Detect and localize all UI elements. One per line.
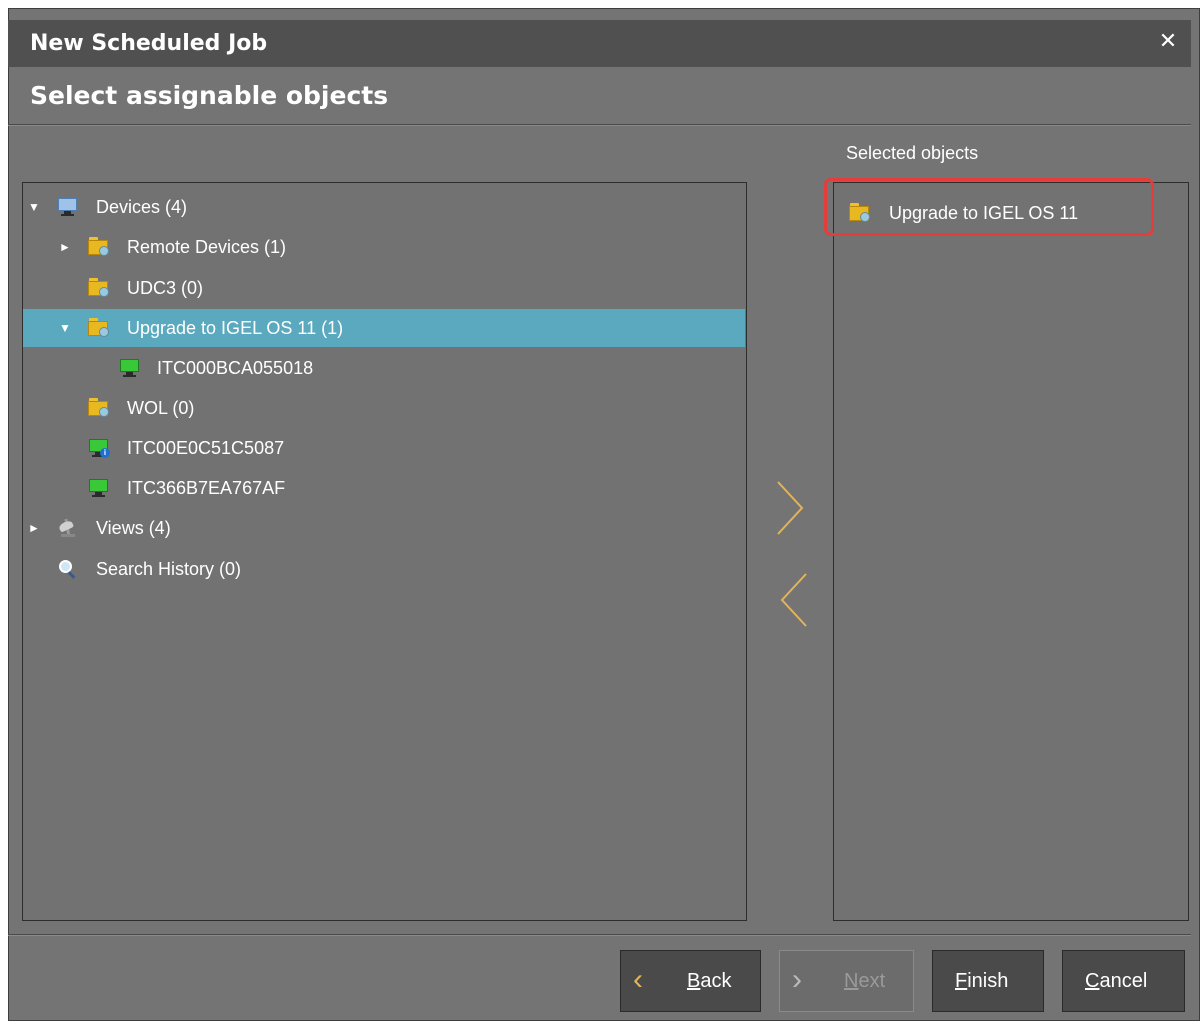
next-button[interactable]: › Next bbox=[779, 950, 914, 1012]
chevron-left-icon bbox=[780, 573, 807, 627]
chevron-right-icon: › bbox=[792, 963, 802, 996]
tree-item-label: Upgrade to IGEL OS 11 (1) bbox=[127, 318, 344, 338]
header-divider-light bbox=[8, 125, 1191, 126]
add-to-selection-button[interactable] bbox=[772, 478, 812, 538]
selected-objects-panel[interactable]: Upgrade to IGEL OS 11 bbox=[833, 182, 1189, 921]
tree-item-wol[interactable]: WOL (0) bbox=[23, 389, 745, 427]
tree-item-itc366b7ea767af[interactable]: ITC366B7EA767AF bbox=[23, 469, 745, 507]
expand-arrow-icon[interactable]: ► bbox=[58, 228, 72, 266]
monitor-info-icon: i bbox=[88, 438, 110, 458]
selected-objects-header: Selected objects bbox=[846, 143, 979, 163]
remove-from-selection-button[interactable] bbox=[772, 570, 812, 630]
finish-button[interactable]: Finish bbox=[932, 950, 1044, 1012]
tree-item-search-history[interactable]: Search History (0) bbox=[23, 550, 745, 588]
section-title: Select assignable objects bbox=[30, 81, 389, 110]
tree-item-label: ITC00E0C51C5087 bbox=[127, 438, 285, 458]
finish-button-label: Finish bbox=[955, 970, 1009, 992]
tree-item-devices[interactable]: ▼ Devices (4) bbox=[23, 188, 745, 226]
footer-divider-light bbox=[8, 935, 1191, 936]
cancel-button[interactable]: Cancel bbox=[1062, 950, 1185, 1012]
views-icon bbox=[57, 518, 79, 538]
tree-item-itc000bca055018[interactable]: ITC000BCA055018 bbox=[23, 349, 745, 387]
tree-item-upgrade-to-igel-os-11[interactable]: ▼ Upgrade to IGEL OS 11 (1) bbox=[23, 309, 745, 347]
expand-arrow-icon[interactable]: ► bbox=[27, 509, 41, 547]
tree-item-label: WOL (0) bbox=[127, 398, 195, 418]
tree-item-itc00e0c51c5087[interactable]: i ITC00E0C51C5087 bbox=[23, 429, 745, 467]
chevron-left-icon: ‹ bbox=[633, 963, 643, 996]
folder-icon bbox=[88, 278, 110, 298]
tree-item-label: Search History (0) bbox=[96, 559, 242, 579]
monitor-icon bbox=[88, 478, 110, 498]
expand-arrow-icon[interactable]: ▼ bbox=[27, 188, 41, 226]
tree-item-udc3[interactable]: UDC3 (0) bbox=[23, 269, 745, 307]
close-icon[interactable]: ✕ bbox=[1155, 28, 1181, 56]
tree-item-label: ITC366B7EA767AF bbox=[127, 478, 286, 498]
tree-panel[interactable]: ▼ Devices (4) ► Remote Devices (1) UDC3 … bbox=[22, 182, 747, 921]
tree-item-remote-devices[interactable]: ► Remote Devices (1) bbox=[23, 228, 745, 266]
collapse-arrow-icon[interactable]: ▼ bbox=[58, 309, 72, 347]
folder-icon bbox=[88, 237, 110, 257]
monitor-icon bbox=[119, 358, 141, 378]
tree-item-label: Remote Devices (1) bbox=[127, 237, 287, 257]
back-button[interactable]: ‹ Back bbox=[620, 950, 761, 1012]
window-title: New Scheduled Job bbox=[30, 31, 268, 56]
tree-item-views[interactable]: ► Views (4) bbox=[23, 509, 745, 547]
chevron-right-icon bbox=[777, 481, 804, 535]
devices-monitor-icon bbox=[57, 197, 79, 217]
tree-item-label: ITC000BCA055018 bbox=[157, 358, 314, 378]
tree-item-label: Devices (4) bbox=[96, 197, 188, 217]
folder-icon bbox=[88, 318, 110, 338]
cancel-button-label: Cancel bbox=[1085, 970, 1148, 992]
highlight-annotation bbox=[824, 178, 1154, 236]
next-button-label: Next bbox=[844, 970, 886, 992]
folder-icon bbox=[88, 398, 110, 418]
tree-item-label: UDC3 (0) bbox=[127, 278, 204, 298]
tree-item-label: Views (4) bbox=[96, 518, 171, 538]
title-bar: New Scheduled Job ✕ bbox=[8, 20, 1191, 67]
back-button-label: Back bbox=[687, 970, 732, 992]
search-icon bbox=[57, 559, 79, 579]
